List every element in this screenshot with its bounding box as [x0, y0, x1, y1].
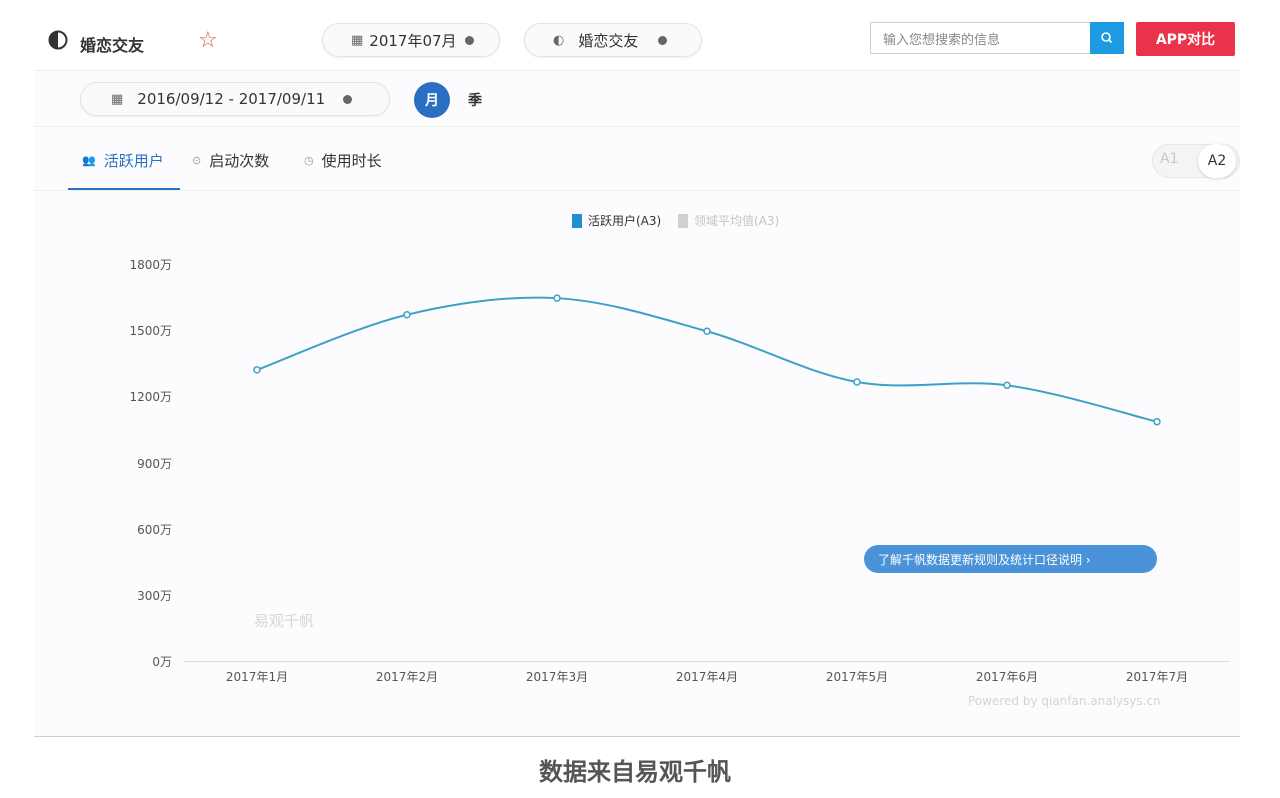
- data-point[interactable]: [1153, 417, 1161, 426]
- bottom-divider: [34, 736, 1240, 737]
- data-point[interactable]: [253, 366, 261, 374]
- watermark: 易观千帆: [254, 612, 315, 630]
- data-point[interactable]: [1003, 381, 1011, 390]
- data-point[interactable]: [853, 378, 861, 386]
- caption: 数据来自易观千帆: [539, 758, 731, 786]
- data-point[interactable]: [403, 310, 411, 319]
- data-rules-link[interactable]: 了解千帆数据更新规则及统计口径说明 ›: [864, 545, 1157, 573]
- data-point[interactable]: [703, 327, 711, 336]
- series-line-active-users: [256, 296, 1158, 423]
- data-point[interactable]: [553, 294, 561, 302]
- powered-by: Powered by qianfan.analysys.cn: [968, 694, 1161, 708]
- line-chart: [253, 294, 1161, 426]
